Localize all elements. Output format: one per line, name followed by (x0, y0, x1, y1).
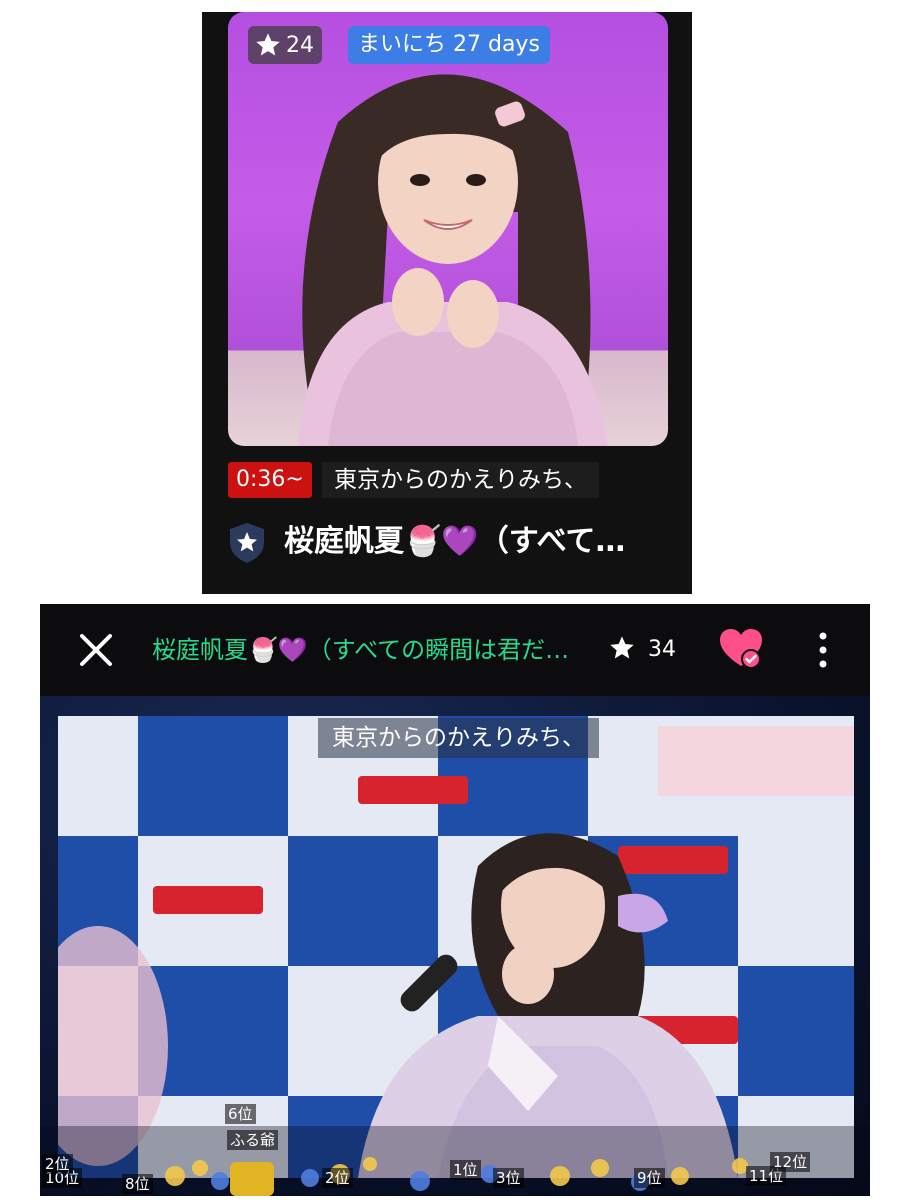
rank-label: 6位 (225, 1104, 256, 1124)
close-icon[interactable] (76, 630, 116, 670)
card-subtitle: 東京からのかえりみち、 (322, 462, 599, 498)
favorite-count-badge: 24 (248, 26, 322, 64)
shield-star-icon (230, 523, 264, 563)
timestamp-tag: 0:36~ (228, 462, 312, 498)
video-frame[interactable]: 東京からのかえりみち、 (58, 716, 854, 1178)
rank-label: 3位 (493, 1168, 524, 1188)
rank-label: ふる爺 (227, 1130, 279, 1150)
rank-label: 2位 (322, 1168, 353, 1188)
heart-check-icon[interactable] (718, 626, 764, 672)
top-show-card[interactable]: 24 まいにち 27 days 0:36~ 東京からのかえりみち、 桜庭帆夏🍧💜… (202, 12, 692, 594)
rank-label: 12位 (770, 1152, 811, 1172)
event-backdrop-photo (58, 716, 854, 1178)
stream-stage[interactable]: 東京からのかえりみち、 6位 ふる爺 2位 10位 8位 2位 1位 3位 9位… (40, 696, 870, 1196)
more-vertical-icon[interactable] (816, 630, 830, 670)
daily-streak-badge: まいにち 27 days (348, 26, 550, 64)
video-subtitle: 東京からのかえりみち、 (318, 718, 599, 758)
rank-label: 1位 (450, 1160, 481, 1180)
player-title: 桜庭帆夏🍧💜（すべての瞬間は君だ… (152, 636, 570, 664)
live-player: 桜庭帆夏🍧💜（すべての瞬間は君だ… 34 東京からのかえりみち、 6位 ふる爺 … (40, 604, 870, 1196)
rank-label: 8位 (122, 1174, 153, 1194)
star-icon (256, 33, 280, 56)
star-icon (610, 636, 634, 659)
card-title: 桜庭帆夏🍧💜（すべて… (284, 524, 626, 559)
player-favorite-count: 34 (648, 637, 676, 662)
card-thumbnail[interactable]: 24 まいにち 27 days (228, 12, 668, 446)
rank-label: 9位 (634, 1168, 665, 1188)
player-header: 桜庭帆夏🍧💜（すべての瞬間は君だ… 34 (40, 604, 870, 696)
performer-photo (298, 74, 608, 446)
rank-label: 2位 (42, 1154, 73, 1174)
favorite-count: 24 (286, 32, 314, 58)
